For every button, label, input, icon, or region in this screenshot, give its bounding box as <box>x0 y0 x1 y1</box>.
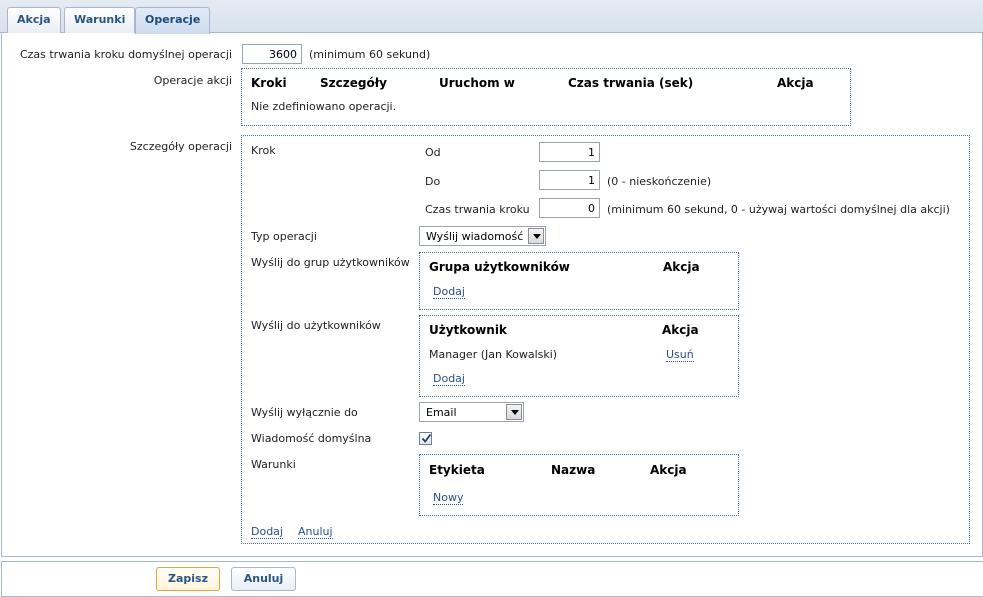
step-label: Krok <box>251 144 276 157</box>
operation-type-label: Typ operacji <box>251 230 317 243</box>
operation-type-select[interactable]: Wyślij wiadomość <box>419 226 546 246</box>
conditions-label: Warunki <box>251 458 296 471</box>
col-szczegoly: Szczegóły <box>320 76 387 90</box>
empty-operations-text: Nie zdefiniowano operacji. <box>251 100 397 113</box>
send-only-to-select[interactable]: Email <box>419 402 524 422</box>
step-to-label: Do <box>425 175 441 188</box>
send-only-to-value: Email <box>426 406 457 419</box>
add-user-link[interactable]: Dodaj <box>433 372 465 386</box>
save-button[interactable]: Zapisz <box>156 567 220 591</box>
step-duration-hint: (minimum 60 sekund, 0 - używaj wartości … <box>607 203 950 216</box>
table-row-user: Manager (Jan Kowalski) <box>429 348 558 361</box>
default-step-label: Czas trwania kroku domyślnej operacji <box>19 48 232 61</box>
col-uruchom-w: Uruchom w <box>439 76 515 90</box>
send-to-groups-label: Wyślij do grup użytkowników <box>251 256 410 269</box>
col-etykieta: Etykieta <box>429 463 485 477</box>
col-nazwa: Nazwa <box>551 463 596 477</box>
col-akcja: Akcja <box>777 76 814 90</box>
send-to-users-label: Wyślij do użytkowników <box>251 319 381 332</box>
step-duration-label: Czas trwania kroku <box>425 203 530 216</box>
tab-akcja[interactable]: Akcja <box>7 7 61 33</box>
step-to-hint: (0 - nieskończenie) <box>607 175 712 188</box>
step-from-input[interactable]: 1 <box>539 142 600 162</box>
col-groups-akcja: Akcja <box>663 260 700 274</box>
step-from-label: Od <box>425 146 441 159</box>
new-condition-link[interactable]: Nowy <box>433 491 464 505</box>
send-only-to-label: Wyślij wyłącznie do <box>251 406 358 419</box>
col-conditions-akcja: Akcja <box>650 463 687 477</box>
add-group-link[interactable]: Dodaj <box>433 285 465 299</box>
default-step-input[interactable]: 3600 <box>242 44 302 64</box>
remove-user-link[interactable]: Usuń <box>666 348 694 362</box>
operation-type-value: Wyślij wiadomość <box>426 230 524 243</box>
tab-warunki[interactable]: Warunki <box>64 7 136 33</box>
default-message-label: Wiadomość domyślna <box>251 432 372 445</box>
action-operations-label: Operacje akcji <box>153 74 232 87</box>
checkmark-icon <box>421 433 432 443</box>
operation-details-label: Szczegóły operacji <box>129 140 232 153</box>
cancel-button[interactable]: Anuluj <box>231 567 296 591</box>
step-duration-input[interactable]: 0 <box>539 198 600 218</box>
tab-operacje[interactable]: Operacje <box>135 7 211 34</box>
add-operation-link[interactable]: Dodaj <box>251 525 283 539</box>
chevron-down-icon[interactable] <box>506 404 522 420</box>
step-to-input[interactable]: 1 <box>539 170 600 190</box>
form-footer <box>1 561 983 597</box>
cancel-operation-link[interactable]: Anuluj <box>298 525 333 539</box>
col-users-akcja: Akcja <box>662 323 699 337</box>
col-kroki: Kroki <box>251 76 287 90</box>
default-step-hint: (minimum 60 sekund) <box>309 48 431 61</box>
col-uzytkownik: Użytkownik <box>429 323 507 337</box>
tab-bar: Akcja Warunki Operacje <box>0 0 983 34</box>
default-message-checkbox[interactable] <box>419 432 432 445</box>
chevron-down-icon[interactable] <box>528 228 544 244</box>
col-grupa-uzytkownikow: Grupa użytkowników <box>429 260 570 274</box>
col-czas-trwania: Czas trwania (sek) <box>568 76 694 90</box>
